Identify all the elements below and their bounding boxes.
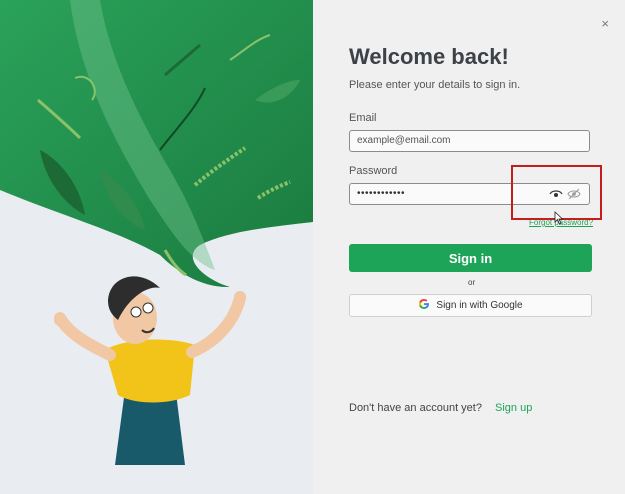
mouse-cursor-icon <box>554 211 564 230</box>
login-panel: × Welcome back! Please enter your detail… <box>314 0 625 494</box>
sign-up-link[interactable]: Sign up <box>495 402 532 414</box>
page-subtitle: Please enter your details to sign in. <box>349 79 521 91</box>
or-divider: or <box>468 278 476 287</box>
password-value: •••••••••••• <box>357 188 406 199</box>
no-account-text: Don't have an account yet? <box>349 402 482 414</box>
email-label: Email <box>349 112 377 124</box>
email-field[interactable]: example@email.com <box>349 130 590 152</box>
signup-row: Don't have an account yet? Sign up <box>349 402 532 414</box>
illustration-panel <box>0 0 313 494</box>
google-g-icon <box>418 298 430 313</box>
google-sign-in-button[interactable]: Sign in with Google <box>349 294 592 317</box>
illustration <box>0 0 313 465</box>
close-icon[interactable]: × <box>601 16 609 31</box>
email-placeholder: example@email.com <box>357 135 451 146</box>
person <box>54 276 246 465</box>
password-label: Password <box>349 165 398 177</box>
google-sign-in-label: Sign in with Google <box>436 300 523 311</box>
page-title: Welcome back! <box>349 44 509 69</box>
green-background <box>0 0 313 288</box>
sign-in-button[interactable]: Sign in <box>349 244 592 272</box>
